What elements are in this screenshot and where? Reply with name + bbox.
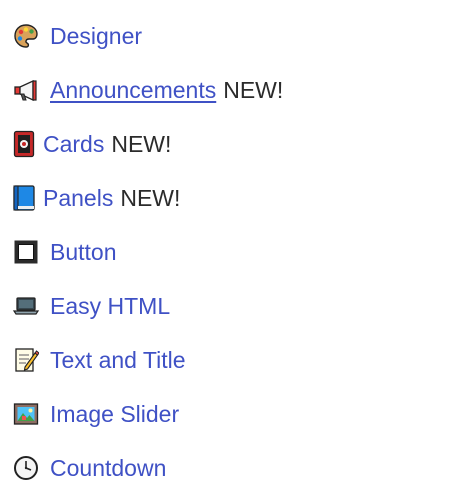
clock-icon [12, 454, 40, 482]
menu-item-easy-html[interactable]: Easy HTML [12, 290, 170, 322]
designer-link[interactable]: Designer [50, 22, 142, 50]
laptop-icon [12, 292, 40, 320]
palette-icon [12, 22, 40, 50]
announcements-link[interactable]: Announcements [50, 76, 216, 104]
text-and-title-link[interactable]: Text and Title [50, 346, 186, 374]
menu-list: Designer Announcements NEW! Cards NEW! P… [0, 0, 467, 504]
new-badge: NEW! [111, 131, 172, 157]
blue-book-icon [12, 184, 36, 212]
playing-card-icon [12, 130, 36, 158]
megaphone-icon [12, 76, 40, 104]
menu-item-button[interactable]: Button [12, 236, 117, 268]
menu-item-panels[interactable]: Panels NEW! [12, 182, 180, 214]
memo-icon [12, 346, 40, 374]
menu-item-image-slider[interactable]: Image Slider [12, 398, 179, 430]
easy-html-link[interactable]: Easy HTML [50, 292, 170, 320]
menu-item-announcements[interactable]: Announcements NEW! [12, 74, 283, 106]
new-badge: NEW! [223, 77, 284, 103]
countdown-link[interactable]: Countdown [50, 454, 166, 482]
menu-item-text-and-title[interactable]: Text and Title [12, 344, 186, 376]
panels-link[interactable]: Panels [43, 184, 113, 212]
cards-link[interactable]: Cards [43, 130, 104, 158]
square-button-icon [12, 238, 40, 266]
image-slider-link[interactable]: Image Slider [50, 400, 179, 428]
menu-item-designer[interactable]: Designer [12, 20, 142, 52]
framed-picture-icon [12, 400, 40, 428]
menu-item-countdown[interactable]: Countdown [12, 452, 166, 484]
menu-item-cards[interactable]: Cards NEW! [12, 128, 171, 160]
new-badge: NEW! [120, 185, 181, 211]
button-link[interactable]: Button [50, 238, 117, 266]
